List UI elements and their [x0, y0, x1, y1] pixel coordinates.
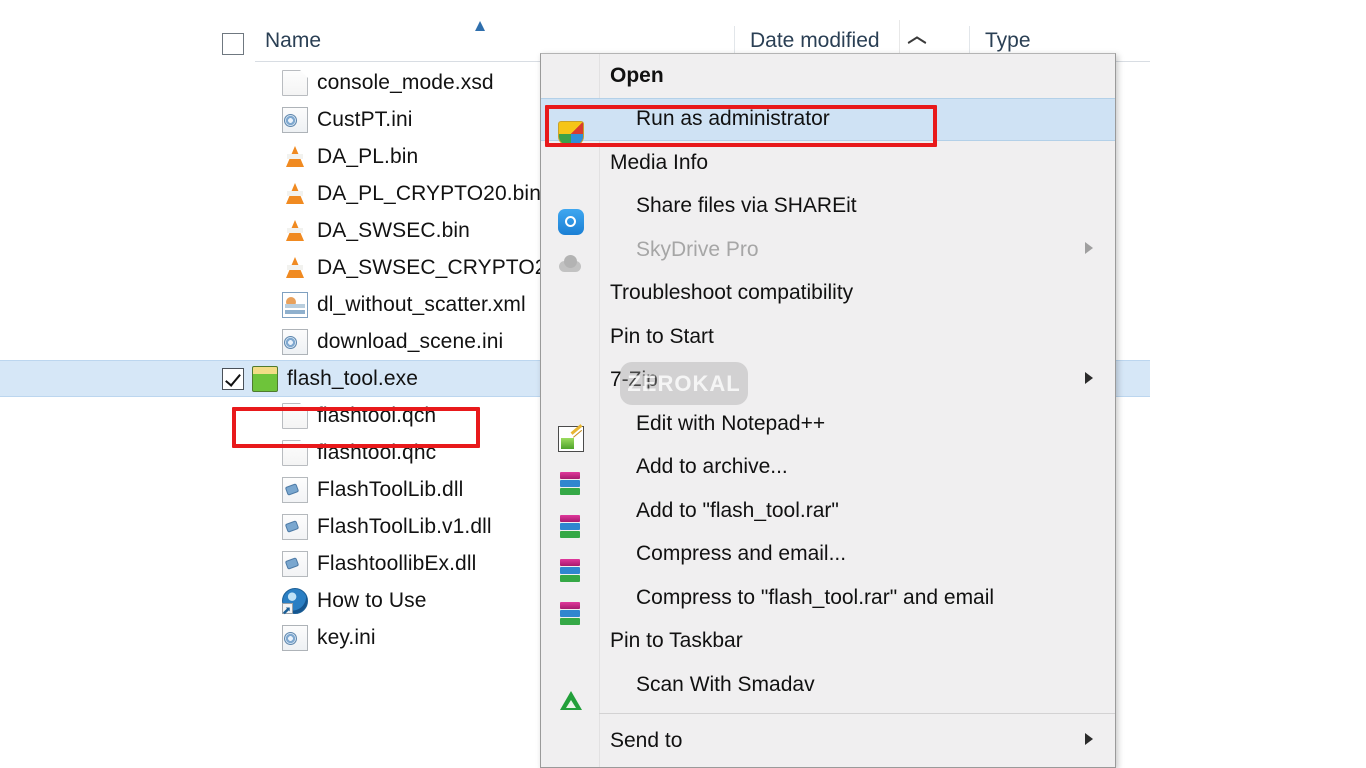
context-menu[interactable]: Open Run as administrator Media Info Share … — [540, 53, 1116, 768]
file-name-label: FlashToolLib.v1.dll — [317, 514, 492, 538]
submenu-chevron-right-icon — [1085, 372, 1093, 385]
file-name-label: console_mode.xsd — [317, 70, 494, 94]
file-name-label: CustPT.ini — [317, 107, 413, 131]
flash-tool-exe-icon — [252, 365, 278, 392]
vlc-cone-icon — [282, 144, 308, 170]
file-name-label: DA_SWSEC_CRYPTO20 — [317, 255, 559, 279]
file-name-label: How to Use — [317, 588, 427, 612]
right-blank-margin — [1150, 0, 1366, 768]
menu-item-media-info[interactable]: Media Info — [541, 141, 1115, 185]
menu-item-label: Add to "flash_tool.rar" — [636, 498, 839, 522]
menu-item-label: Open — [610, 63, 664, 87]
menu-item-send-to[interactable]: Send to — [541, 720, 1115, 764]
menu-separator — [599, 712, 1115, 714]
vlc-cone-icon — [282, 255, 308, 281]
menu-item-compress-to-flash-tool-rar-and-email[interactable]: Compress to "flash_tool.rar" and email — [541, 576, 1115, 620]
vlc-cone-icon — [282, 181, 308, 207]
menu-item-label: 7-Zip — [610, 368, 658, 392]
dll-library-icon — [282, 513, 308, 540]
menu-item-label: Pin to Taskbar — [610, 629, 743, 653]
blank-document-icon — [282, 402, 308, 429]
file-name-label: DA_SWSEC.bin — [317, 218, 470, 242]
menu-item-label: Compress to "flash_tool.rar" and email — [636, 585, 995, 609]
screenshot-root: ▲ Name Date modified Type console_mode.x… — [0, 0, 1366, 768]
menu-item-skydrive-pro: SkyDrive Pro — [541, 228, 1115, 272]
menu-item-edit-with-notepad-plus-plus[interactable]: Edit with Notepad++ — [541, 402, 1115, 452]
file-name-label: download_scene.ini — [317, 329, 504, 353]
menu-item-pin-to-taskbar[interactable]: Pin to Taskbar — [541, 620, 1115, 664]
menu-item-share-files-via-shareit[interactable]: Share files via SHAREit — [541, 185, 1115, 235]
menu-item-pin-to-start[interactable]: Pin to Start — [541, 315, 1115, 359]
smadav-icon — [558, 687, 584, 713]
menu-item-label: Edit with Notepad++ — [636, 411, 826, 435]
ini-settings-document-icon — [282, 106, 308, 133]
menu-item-7-zip[interactable]: 7-Zip — [541, 359, 1115, 403]
scroll-up-arrow-icon[interactable]: ︿ — [900, 20, 934, 54]
file-name-label: DA_PL_CRYPTO20.bin — [317, 181, 541, 205]
file-name-label: flashtool.qch — [317, 403, 437, 427]
file-name-label: DA_PL.bin — [317, 144, 419, 168]
menu-item-label: Compress and email... — [636, 542, 847, 566]
context-menu-item-list: Open Run as administrator Media Info Share … — [541, 54, 1115, 763]
blank-document-icon — [282, 439, 308, 466]
internet-explorer-shortcut-icon — [282, 587, 308, 617]
vlc-cone-icon — [282, 218, 308, 244]
menu-item-open[interactable]: Open — [541, 54, 1115, 98]
file-name-label: flash_tool.exe — [287, 366, 418, 390]
submenu-chevron-right-icon — [1085, 733, 1093, 746]
menu-item-troubleshoot-compatibility[interactable]: Troubleshoot compatibility — [541, 272, 1115, 316]
ini-settings-document-icon — [282, 328, 308, 355]
menu-item-label: SkyDrive Pro — [636, 237, 759, 261]
file-name-label: key.ini — [317, 625, 376, 649]
dll-library-icon — [282, 476, 308, 503]
blank-document-icon — [282, 69, 308, 96]
menu-item-label: Pin to Start — [610, 324, 714, 348]
file-name-label: dl_without_scatter.xml — [317, 292, 526, 316]
menu-item-label: Share files via SHAREit — [636, 194, 857, 218]
menu-item-label: Run as administrator — [636, 107, 830, 131]
file-name-label: flashtool.qhc — [317, 440, 437, 464]
menu-item-label: Media Info — [610, 150, 709, 174]
menu-item-compress-and-email[interactable]: Compress and email... — [541, 533, 1115, 577]
menu-item-label: Scan With Smadav — [636, 672, 815, 696]
menu-item-scan-with-smadav[interactable]: Scan With Smadav — [541, 663, 1115, 710]
menu-item-label: Send to — [610, 729, 683, 753]
menu-item-add-to-flash-tool-rar[interactable]: Add to "flash_tool.rar" — [541, 489, 1115, 533]
menu-item-run-as-administrator[interactable]: Run as administrator — [541, 97, 1115, 147]
menu-item-add-to-archive[interactable]: Add to archive... — [541, 446, 1115, 490]
menu-item-label: Troubleshoot compatibility — [610, 281, 854, 305]
ini-settings-document-icon — [282, 624, 308, 651]
file-row-checkbox[interactable] — [222, 367, 244, 390]
menu-item-label: Add to archive... — [636, 455, 788, 479]
submenu-chevron-right-icon — [1085, 241, 1093, 254]
file-name-label: FlashToolLib.dll — [317, 477, 464, 501]
xml-document-icon — [282, 291, 308, 318]
file-name-label: FlashtoollibEx.dll — [317, 551, 477, 575]
dll-library-icon — [282, 550, 308, 577]
